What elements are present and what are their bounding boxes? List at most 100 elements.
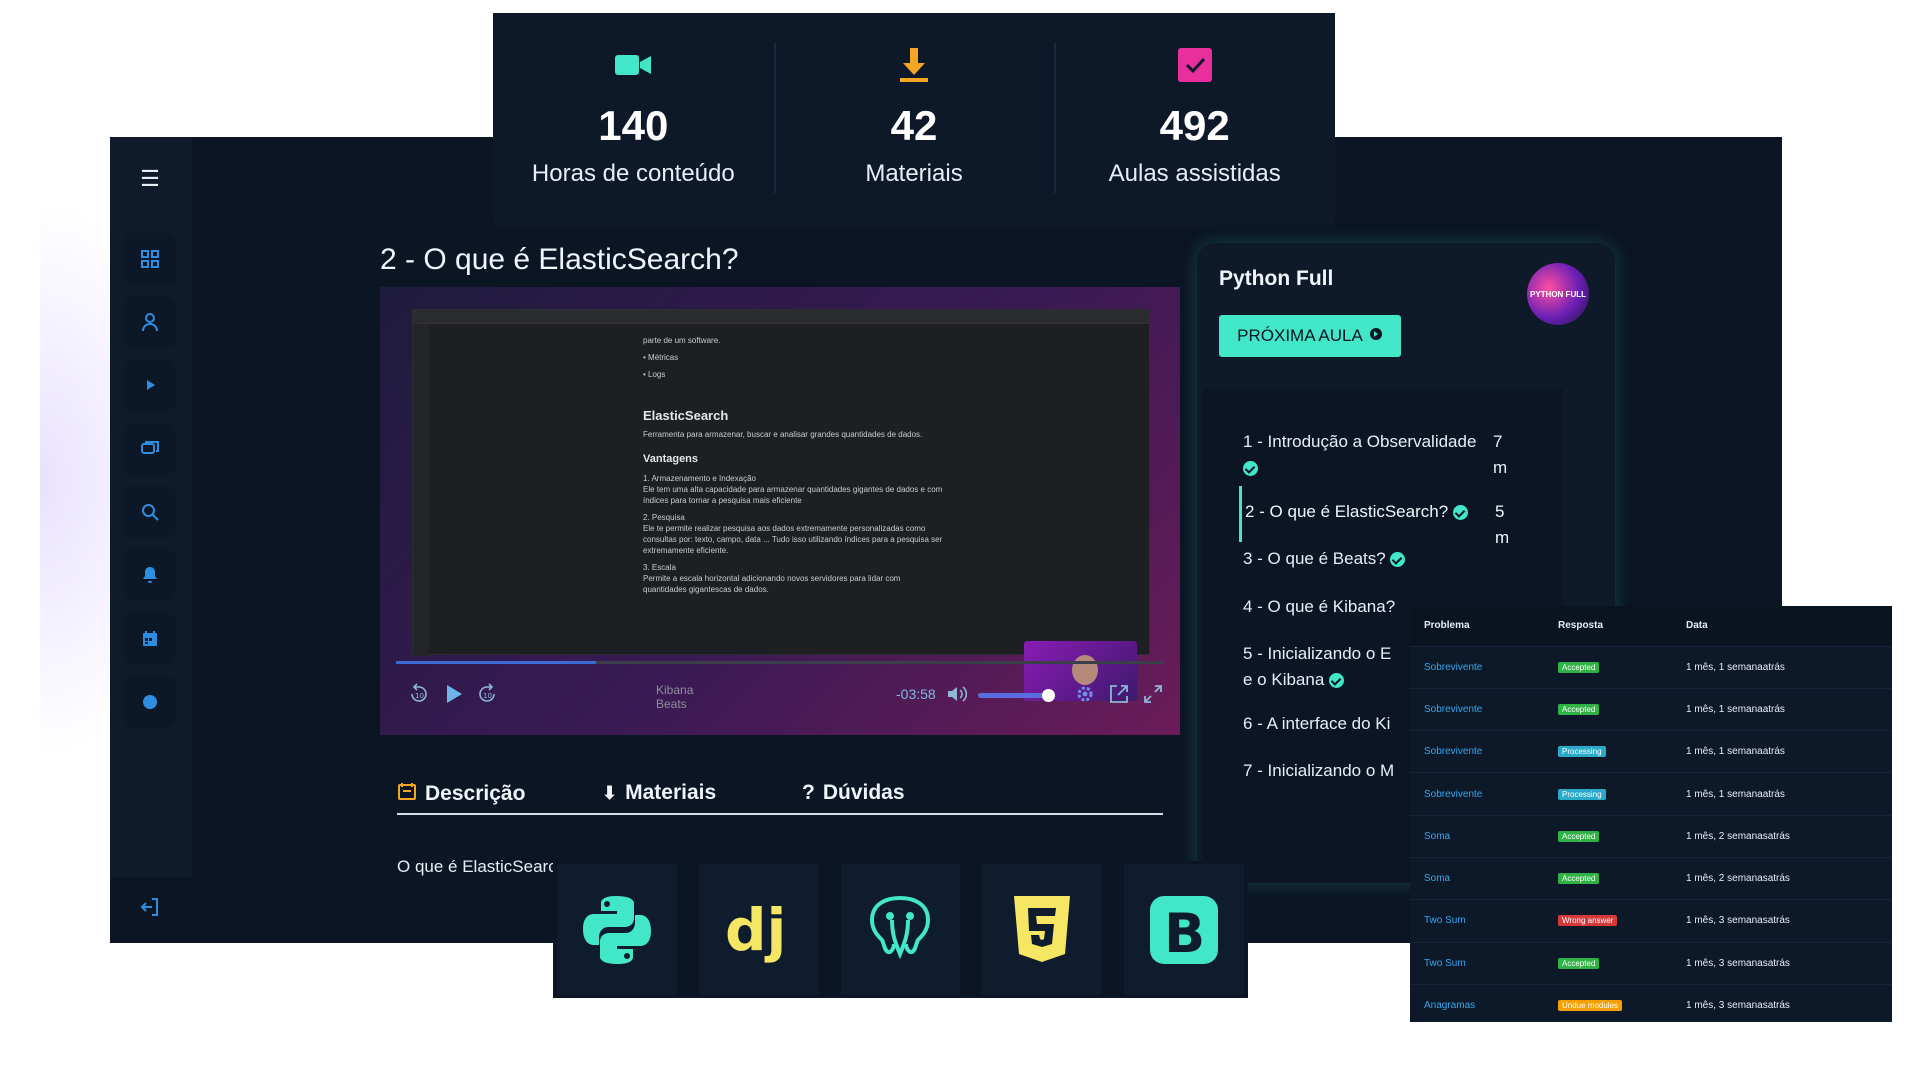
volume-slider[interactable] — [978, 689, 1055, 702]
dashboard-grid-icon[interactable] — [124, 233, 176, 285]
doc-point: 3. Escala — [643, 563, 676, 572]
video-progress-fill — [396, 661, 596, 664]
video-camera-icon — [613, 45, 653, 90]
lesson-duration: 5 m — [1495, 502, 1510, 547]
table-row: Anagramas Undue modules 1 mês, 3 semanasat… — [1410, 983, 1892, 1022]
calendar-icon[interactable] — [124, 613, 176, 665]
stat-value: 42 — [890, 102, 938, 149]
table-row: Sobrevivente Accepted 1 mês, 1 semanaatrás — [1410, 645, 1892, 689]
date-cell: 1 mês, 1 semanaatrás — [1672, 772, 1892, 816]
course-logo-text: PYTHON FULL — [1530, 289, 1586, 299]
popout-icon[interactable] — [1104, 679, 1134, 709]
problem-link[interactable]: Sobrevivente — [1410, 645, 1544, 689]
doc-point-text: Permite a escala horizontal adicionando … — [643, 574, 901, 594]
chapter-item: Kibana — [656, 683, 694, 697]
doc-heading: ElasticSearch — [643, 408, 729, 423]
tab-descricao[interactable]: Descrição — [397, 781, 525, 807]
html5-icon — [982, 864, 1103, 995]
time-remaining: -03:58 — [896, 686, 936, 702]
problem-link[interactable]: Sobrevivente — [1410, 730, 1544, 773]
table-header-row: Problema Resposta Data — [1410, 606, 1892, 646]
svg-text:10: 10 — [483, 692, 492, 700]
download-icon — [894, 45, 934, 90]
editor-gutter — [413, 324, 429, 656]
lesson-item[interactable]: 1 - Introdução a Observalidade 7 m — [1243, 429, 1553, 481]
status-cell: Accepted — [1544, 645, 1672, 689]
date-cell: 1 mês, 3 semanasatrás — [1672, 899, 1892, 943]
tab-materiais[interactable]: ⬇ Materiais — [602, 781, 716, 805]
doc-intro: Ferramenta para armazenar, buscar e anal… — [643, 430, 923, 439]
problem-link[interactable]: Soma — [1410, 814, 1544, 858]
search-icon[interactable] — [124, 486, 176, 538]
stat-value: 492 — [1159, 102, 1230, 149]
fullscreen-icon[interactable] — [1138, 679, 1168, 709]
play-icon[interactable] — [124, 359, 176, 411]
settings-gear-icon[interactable] — [1070, 679, 1100, 709]
sidebar: ☰ — [110, 137, 192, 877]
date-cell: 1 mês, 3 semanasatrás — [1672, 983, 1892, 1022]
stat-value: 140 — [598, 102, 669, 149]
doc-line: parte de um software. — [643, 336, 721, 345]
lesson-title: 5 - Inicializando o E — [1243, 644, 1392, 663]
problem-link[interactable]: Anagramas — [1410, 983, 1544, 1022]
lesson-duration: 7 m — [1493, 432, 1508, 477]
video-document: parte de um software. • Métricas • Logs … — [643, 335, 943, 595]
status-cell: Processing — [1544, 730, 1672, 773]
editor-tabbar — [413, 310, 1149, 324]
bootstrap-icon: B — [1124, 864, 1244, 995]
doc-line: • Logs — [643, 370, 666, 379]
play-icon[interactable] — [438, 679, 468, 709]
problem-link[interactable]: Sobrevivente — [1410, 687, 1544, 731]
problem-link[interactable]: Soma — [1410, 856, 1544, 900]
user-icon[interactable] — [124, 296, 176, 348]
python-icon — [557, 864, 677, 995]
django-icon: dj — [698, 864, 819, 995]
lesson-title: 3 - O que é Beats? — [1243, 549, 1386, 568]
check-icon — [1243, 461, 1258, 477]
column-header: Problema — [1410, 606, 1544, 646]
rewind-10-icon[interactable]: 10 — [404, 679, 434, 709]
lesson-item-active[interactable]: 2 - O que é ElasticSearch? 5 m — [1245, 499, 1555, 547]
volume-icon[interactable] — [942, 679, 972, 709]
status-cell: Wrong answer — [1544, 899, 1672, 943]
date-cell: 1 mês, 1 semanaatrás — [1672, 645, 1892, 689]
tech-stack: dj B — [553, 861, 1248, 998]
status-badge: Accepted — [1558, 830, 1600, 842]
logout-icon[interactable] — [138, 895, 162, 919]
doc-point: 1. Armazenamento e Indexação — [643, 474, 756, 483]
video-player[interactable]: parte de um software. • Métricas • Logs … — [380, 287, 1180, 735]
column-header: Resposta — [1544, 606, 1672, 646]
svg-text:B: B — [1164, 902, 1205, 965]
description-icon — [397, 781, 417, 807]
tab-label: Dúvidas — [822, 781, 905, 804]
stats-card: 140 Horas de conteúdo 42 Materiais 492 A… — [493, 13, 1335, 228]
stat-label: Materiais — [865, 160, 963, 187]
volume-knob[interactable] — [1042, 689, 1055, 702]
status-badge: Undue modules — [1558, 1000, 1623, 1012]
course-title: Python Full — [1219, 267, 1334, 290]
chat-icon[interactable] — [124, 423, 176, 475]
date-cell: 1 mês, 2 semanasatrás — [1672, 856, 1892, 900]
table-row: Soma Accepted 1 mês, 2 semanasatrás — [1410, 814, 1892, 858]
problem-link[interactable]: Sobrevivente — [1410, 772, 1544, 816]
status-cell: Accepted — [1544, 941, 1672, 985]
doc-subheading: Vantagens — [643, 453, 699, 465]
question-icon: ? — [802, 781, 815, 804]
lesson-item[interactable]: 3 - O que é Beats? — [1243, 546, 1553, 572]
menu-icon[interactable]: ☰ — [137, 167, 163, 191]
forward-10-icon[interactable]: 10 — [472, 679, 502, 709]
status-badge: Accepted — [1558, 957, 1600, 969]
check-icon — [1452, 505, 1468, 521]
video-frame: parte de um software. • Métricas • Logs … — [412, 309, 1150, 656]
notification-bell-icon[interactable] — [124, 549, 176, 601]
table-row: Two Sum Accepted 1 mês, 3 semanasatrás — [1410, 941, 1892, 985]
problem-link[interactable]: Two Sum — [1410, 941, 1544, 985]
next-lesson-button[interactable]: PRÓXIMA AULA — [1219, 315, 1401, 357]
tab-duvidas[interactable]: ? Dúvidas — [802, 781, 905, 805]
svg-text:10: 10 — [415, 692, 424, 700]
lesson-title: 6 - A interface do Ki — [1243, 714, 1391, 733]
video-progress-bar[interactable] — [396, 661, 1164, 664]
theme-circle-icon[interactable] — [124, 676, 176, 728]
problem-link[interactable]: Two Sum — [1410, 899, 1544, 943]
status-badge: Wrong answer — [1558, 915, 1618, 927]
